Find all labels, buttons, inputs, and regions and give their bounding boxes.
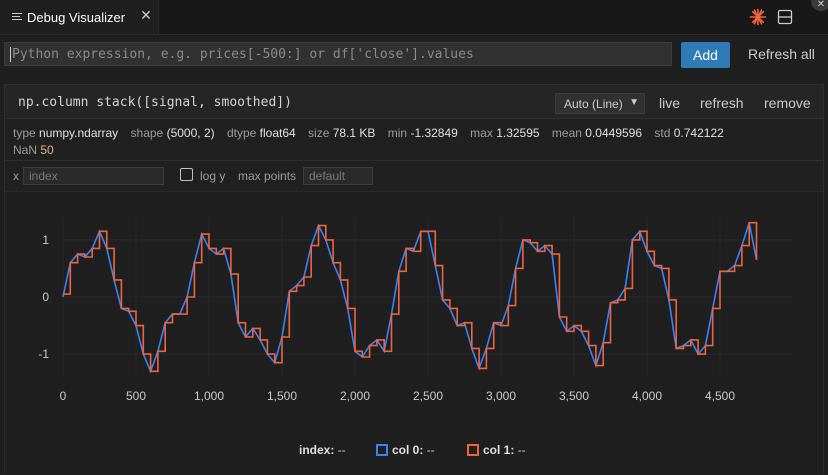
col0-swatch <box>376 444 388 456</box>
y-tick-label: 0 <box>42 290 49 304</box>
divider <box>5 160 823 161</box>
meta-dtype-value: float64 <box>259 126 296 140</box>
x-tick-label: 4,000 <box>632 389 662 403</box>
y-tick-label: 1 <box>42 233 49 247</box>
tab-debug-visualizer[interactable]: Debug Visualizer ✕ <box>0 0 159 34</box>
live-button[interactable]: live <box>659 95 680 111</box>
x-tick-label: 3,500 <box>559 389 589 403</box>
chart-mode-value: Auto (Line) <box>564 96 623 111</box>
legend-index-label: index: <box>299 443 335 457</box>
legend-index: index: -- <box>299 443 346 457</box>
menu-lines-icon <box>12 12 23 22</box>
meta-nan-value: 50 <box>40 143 54 157</box>
x-tick-label: 2,000 <box>340 389 370 403</box>
meta-max-value: 1.32595 <box>496 126 540 140</box>
add-button[interactable]: Add <box>681 42 730 68</box>
split-layout-icon[interactable] <box>776 8 794 26</box>
meta-shape-value: (5000, 2) <box>166 126 215 140</box>
expression-title: np.column stack([signal, smoothed]) <box>18 95 292 110</box>
tab-title: Debug Visualizer <box>27 9 126 25</box>
meta-dtype-key: dtype <box>226 126 257 140</box>
meta-nan-key: NaN <box>13 143 38 157</box>
legend-col1-label: col 1: <box>483 443 515 457</box>
legend-col1-value: -- <box>517 443 526 457</box>
y-tick-label: -1 <box>38 347 49 361</box>
log-y-checkbox[interactable] <box>180 168 193 181</box>
meta-mean-value: 0.0449596 <box>585 126 643 140</box>
meta-std-value: 0.742122 <box>673 126 724 140</box>
x-axis-label: x <box>13 169 19 183</box>
meta-mean-key: mean <box>551 126 582 140</box>
text-caret <box>10 47 11 62</box>
log-y-label: log y <box>200 169 226 183</box>
meta-std-key: std <box>654 126 671 140</box>
x-tick-label: 0 <box>60 389 67 403</box>
line-chart[interactable]: 1 0 -1 0 500 1,000 1,500 2,000 2,500 3,000 3,500 4,… <box>5 192 823 440</box>
x-axis-input[interactable] <box>23 167 164 185</box>
chart-legend: index: -- col 0: -- col 1: -- <box>5 440 823 460</box>
x-tick-label: 3,000 <box>486 389 516 403</box>
x-tick-label: 500 <box>126 389 146 403</box>
card-header: np.column stack([signal, smoothed]) Auto… <box>5 85 823 119</box>
x-tick-label: 4,500 <box>705 389 735 403</box>
plot-area[interactable]: 1 0 -1 0 500 1,000 1,500 2,000 2,500 3,000 3,500 4,… <box>5 192 823 475</box>
chart-mode-select[interactable]: Auto (Line) ▼ <box>555 93 645 114</box>
meta-shape-key: shape <box>130 126 164 140</box>
overflow-close-icon[interactable]: ✕ <box>811 0 828 11</box>
legend-col0-value: -- <box>426 443 435 457</box>
legend-index-value: -- <box>337 443 346 457</box>
legend-col0: col 0: -- <box>376 443 435 457</box>
close-icon[interactable]: ✕ <box>139 9 153 23</box>
refresh-all-button[interactable]: Refresh all <box>748 46 815 62</box>
meta-size-value: 78.1 KB <box>332 126 376 140</box>
remove-button[interactable]: remove <box>764 95 811 111</box>
tab-bar: Debug Visualizer ✕ ✕ <box>0 0 828 35</box>
legend-col1: col 1: -- <box>467 443 526 457</box>
meta-max-key: max <box>470 126 493 140</box>
meta-min-value: -1.32849 <box>410 126 458 140</box>
expression-input[interactable] <box>4 42 672 66</box>
x-tick-label: 1,000 <box>194 389 224 403</box>
legend-col0-label: col 0: <box>392 443 424 457</box>
meta-size-key: size <box>308 126 330 140</box>
max-points-label: max points <box>238 169 297 183</box>
meta-min-key: min <box>387 126 408 140</box>
col1-swatch <box>467 444 479 456</box>
meta-type-value: numpy.ndarray <box>39 126 119 140</box>
burst-icon[interactable] <box>749 8 767 26</box>
max-points-input[interactable] <box>303 167 373 185</box>
chevron-down-icon: ▼ <box>629 97 639 108</box>
array-metadata: type numpy.ndarray shape (5000, 2) dtype… <box>13 125 813 159</box>
refresh-button[interactable]: refresh <box>700 95 744 111</box>
x-tick-label: 1,500 <box>267 389 297 403</box>
x-tick-label: 2,500 <box>413 389 443 403</box>
visualization-card: np.column stack([signal, smoothed]) Auto… <box>4 84 824 475</box>
meta-type-key: type <box>13 126 36 140</box>
